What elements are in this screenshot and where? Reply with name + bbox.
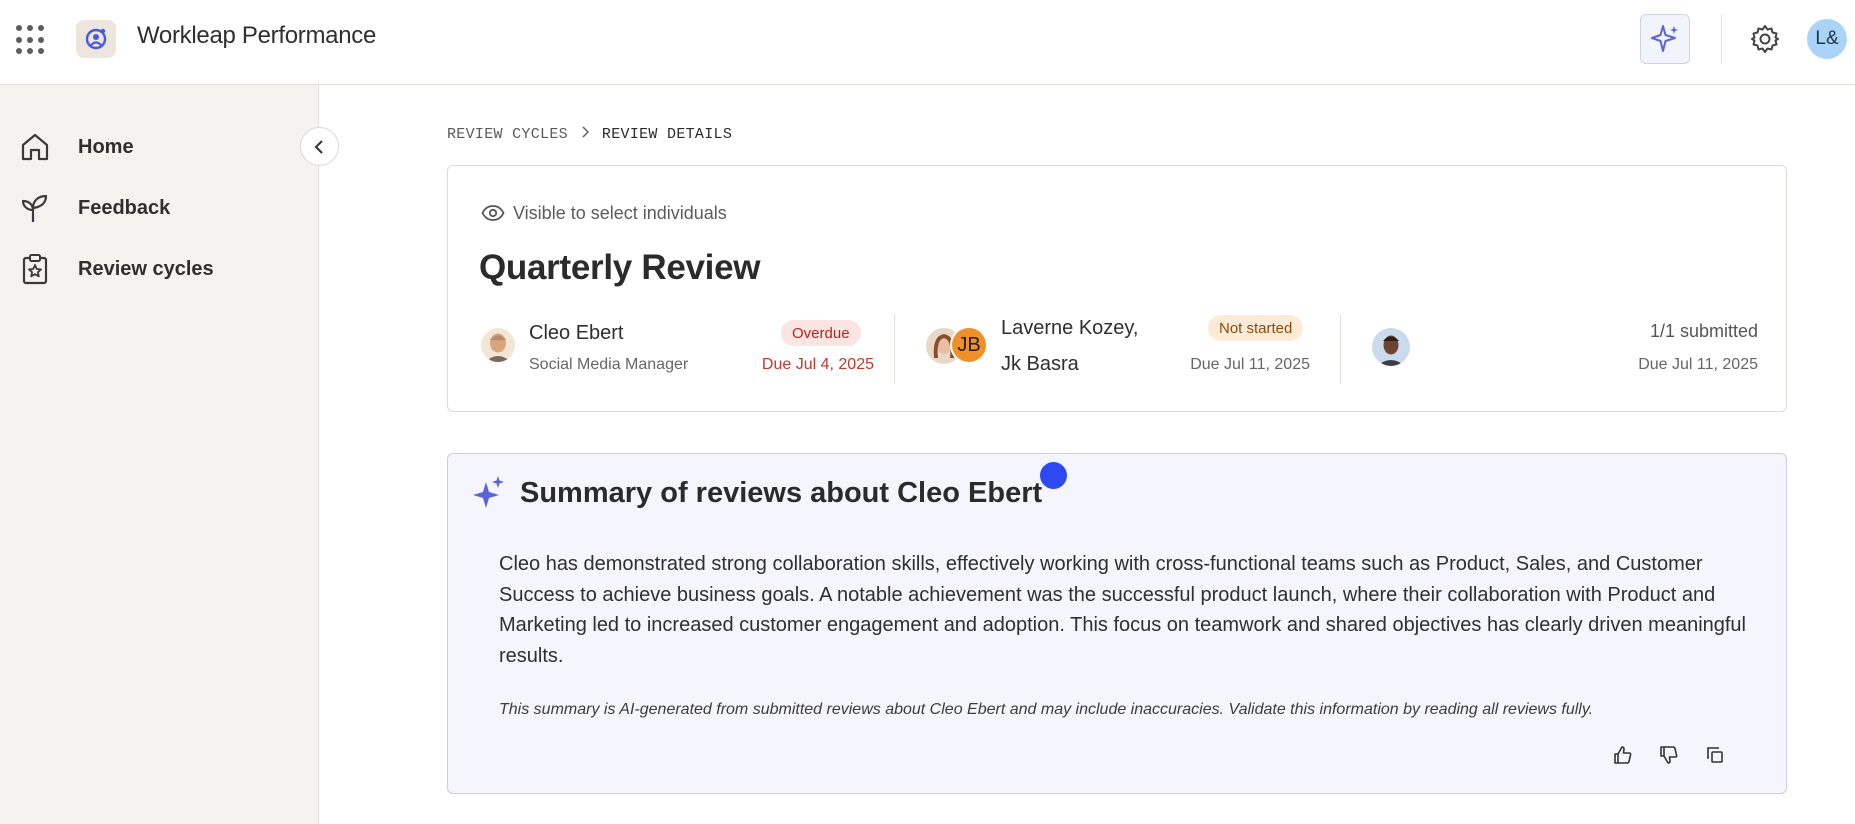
- workleap-logo-icon[interactable]: [76, 20, 116, 58]
- chevron-right-icon: [580, 126, 590, 143]
- ai-summary-card: Summary of reviews about Cleo Ebert Cleo…: [447, 453, 1787, 794]
- visibility-label: Visible to select individuals: [513, 202, 727, 223]
- clipboard-star-icon: [18, 252, 52, 286]
- thumbs-down-button[interactable]: [1654, 740, 1684, 770]
- sidebar-item-label: Home: [78, 135, 134, 158]
- breadcrumb: REVIEW CYCLES REVIEW DETAILS: [447, 126, 732, 143]
- thumbs-up-button[interactable]: [1608, 740, 1638, 770]
- app-title: Workleap Performance: [137, 22, 376, 49]
- sidebar-item-label: Review cycles: [78, 257, 214, 280]
- sidebar-item-home[interactable]: Home: [18, 127, 134, 167]
- breadcrumb-review-cycles[interactable]: REVIEW CYCLES: [447, 126, 568, 143]
- chevron-left-icon: [314, 139, 323, 154]
- submitted-count: 1/1 submitted: [1649, 321, 1758, 341]
- user-avatar[interactable]: L&: [1807, 19, 1847, 59]
- reviewee-role: Social Media Manager: [529, 356, 689, 373]
- gear-icon[interactable]: [1748, 22, 1782, 56]
- sidebar-item-label: Feedback: [78, 196, 171, 219]
- reviewer-names-line-2[interactable]: Jk Basra: [1001, 353, 1079, 376]
- copy-icon: [1707, 747, 1723, 763]
- app-grid-icon[interactable]: [16, 25, 46, 55]
- column-divider: [894, 314, 895, 384]
- sidebar: Home Feedback Review cycles: [0, 85, 319, 824]
- ai-assistant-button[interactable]: [1640, 14, 1690, 64]
- review-title: Quarterly Review: [479, 248, 761, 287]
- column-divider: [1340, 314, 1341, 384]
- collapse-sidebar-button[interactable]: [300, 127, 339, 166]
- reviewee-due-date: Due Jul 4, 2025: [761, 356, 874, 373]
- sidebar-item-review-cycles[interactable]: Review cycles: [18, 249, 214, 289]
- reviewee-avatar[interactable]: [481, 328, 515, 362]
- summary-body: Cleo has demonstrated strong collaborati…: [499, 553, 1747, 667]
- summary-title: Summary of reviews about Cleo Ebert: [520, 476, 1043, 509]
- ai-disclaimer: This summary is AI-generated from submit…: [499, 701, 1594, 718]
- reviewer-avatar-jk-basra[interactable]: JB: [950, 326, 988, 364]
- reviewers-due-date: Due Jul 11, 2025: [1190, 356, 1310, 373]
- review-card: Visible to select individuals Quarterly …: [447, 165, 1787, 412]
- thumbs-down-icon: [1660, 746, 1678, 764]
- sparkle-icon: [473, 476, 504, 508]
- breadcrumb-review-details: REVIEW DETAILS: [601, 126, 733, 143]
- top-bar: Workleap Performance L&: [0, 0, 1855, 85]
- reviewee-name[interactable]: Cleo Ebert: [529, 322, 624, 345]
- summary-header: Summary of reviews about Cleo Ebert: [470, 474, 1042, 512]
- peer-reviewer-avatar[interactable]: [1372, 328, 1410, 366]
- not-started-status-badge: Not started: [1208, 315, 1304, 341]
- sidebar-item-feedback[interactable]: Feedback: [18, 188, 170, 228]
- eye-icon: [481, 205, 505, 221]
- pointer-indicator: [1040, 462, 1067, 489]
- visibility-indicator: Visible to select individuals: [481, 201, 727, 225]
- home-icon: [18, 130, 52, 164]
- copy-button[interactable]: [1700, 740, 1730, 770]
- overdue-status-badge: Overdue: [781, 320, 861, 346]
- sprout-icon: [18, 191, 52, 225]
- sparkle-icon: [1651, 25, 1678, 52]
- header-divider: [1721, 14, 1722, 64]
- peers-due-date: Due Jul 11, 2025: [1638, 356, 1758, 373]
- thumbs-up-icon: [1614, 746, 1632, 764]
- reviewer-names-line-1[interactable]: Laverne Kozey,: [1001, 317, 1139, 340]
